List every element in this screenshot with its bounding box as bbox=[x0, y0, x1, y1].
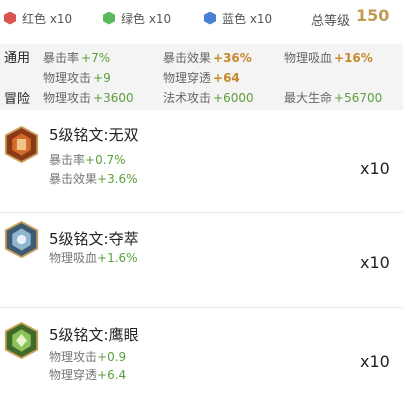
rune-stat-line: 物理穿透+6.4 bbox=[49, 368, 127, 382]
general-category-label: 通用 bbox=[4, 51, 31, 66]
green-gem-count: 绿色 x10 bbox=[103, 10, 171, 26]
blue-gem-label: 蓝色 x10 bbox=[222, 11, 273, 26]
rune-stat-line: 暴击效果+3.6% bbox=[49, 172, 138, 186]
green-gem-label: 绿色 x10 bbox=[121, 11, 172, 26]
total-level-label: 总等级 bbox=[311, 14, 351, 29]
stat-adv-physical-attack: 物理攻击 +3600 bbox=[43, 91, 134, 105]
rune-name: 5级铭文:无双 bbox=[49, 126, 139, 144]
red-gem-count: 红色 x10 bbox=[4, 10, 72, 26]
rune-stat-line: 物理攻击+0.9 bbox=[49, 350, 127, 364]
rune-row[interactable]: 5级铭文:无双 暴击率+0.7% 暴击效果+3.6% x10 bbox=[0, 118, 403, 213]
stat-armor-pierce: 物理穿透 +64 bbox=[163, 71, 240, 85]
red-rune-icon bbox=[4, 126, 39, 163]
blue-rune-icon bbox=[4, 221, 39, 258]
stat-crit-rate: 暴击率 +7% bbox=[43, 51, 111, 65]
adventure-category-label: 冒险 bbox=[4, 92, 31, 107]
red-gem-label: 红色 x10 bbox=[22, 11, 73, 26]
blue-gem-count: 蓝色 x10 bbox=[204, 10, 272, 26]
stat-adv-max-hp: 最大生命 +56700 bbox=[284, 91, 383, 105]
stat-adv-magic-attack: 法术攻击 +6000 bbox=[163, 91, 254, 105]
rune-quantity: x10 bbox=[360, 159, 390, 178]
stat-physical-attack: 物理攻击 +9 bbox=[43, 71, 111, 85]
gem-summary-bar: 红色 x10 绿色 x10 蓝色 x10 总等级 150 bbox=[0, 0, 403, 36]
rune-name: 5级铭文:鹰眼 bbox=[49, 326, 139, 344]
green-rune-icon bbox=[4, 322, 39, 359]
rune-quantity: x10 bbox=[360, 352, 390, 371]
rune-row[interactable]: 5级铭文:鹰眼 物理攻击+0.9 物理穿透+6.4 x10 bbox=[0, 308, 403, 400]
rune-name: 5级铭文:夺萃 bbox=[49, 230, 139, 248]
green-hexagon-icon bbox=[103, 11, 115, 25]
red-hexagon-icon bbox=[4, 11, 16, 25]
total-level-value: 150 bbox=[356, 6, 390, 25]
stat-lifesteal: 物理吸血 +16% bbox=[284, 51, 373, 65]
blue-hexagon-icon bbox=[204, 11, 216, 25]
stats-panel: 通用 冒险 暴击率 +7% 暴击效果 +36% 物理吸血 +16% 物理攻击 +9 物理… bbox=[0, 44, 403, 110]
rune-row[interactable]: 5级铭文:夺萃 物理吸血+1.6% x10 bbox=[0, 213, 403, 308]
rune-stat-line: 暴击率+0.7% bbox=[49, 153, 126, 167]
rune-quantity: x10 bbox=[360, 253, 390, 272]
rune-stat-line: 物理吸血+1.6% bbox=[49, 251, 138, 265]
stat-crit-effect: 暴击效果 +36% bbox=[163, 51, 252, 65]
